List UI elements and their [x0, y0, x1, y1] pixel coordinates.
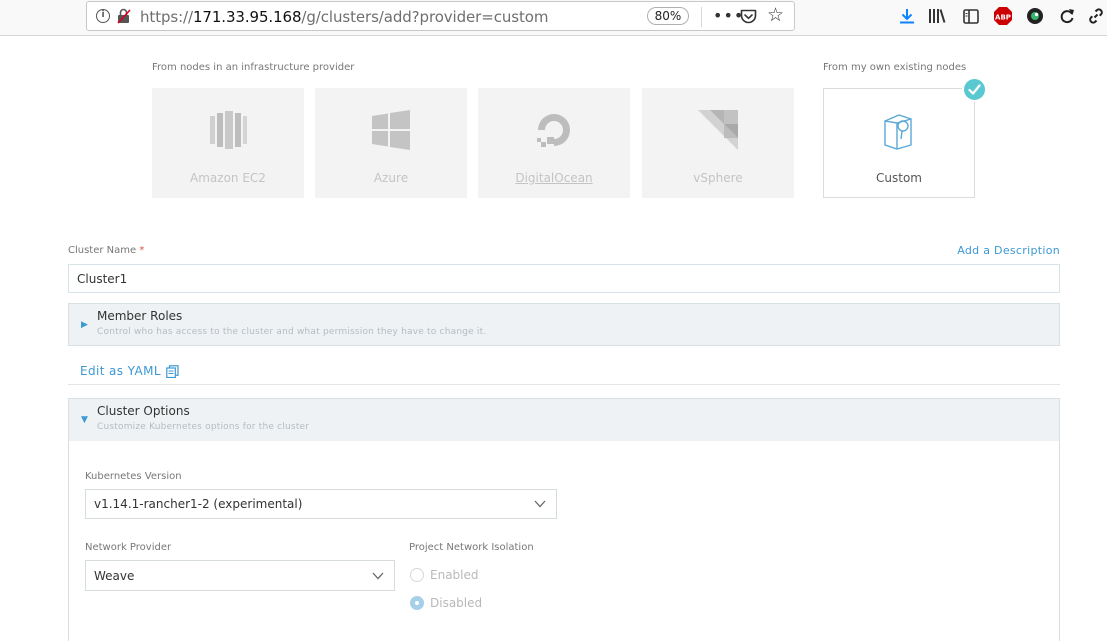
cluster-name-input[interactable]: Cluster1 [68, 264, 1060, 293]
edit-as-yaml-link[interactable]: Edit as YAML [80, 364, 161, 378]
cluster-options-subtitle: Customize Kubernetes options for the clu… [97, 422, 310, 432]
chevron-down-icon [534, 500, 546, 508]
url-host: 171.33.95.168 [192, 8, 302, 26]
radio-enabled-label: Enabled [430, 568, 479, 582]
required-mark: * [139, 245, 145, 256]
copy-icon[interactable] [166, 365, 179, 378]
provider-label: Amazon EC2 [190, 171, 266, 185]
network-provider-select[interactable]: Weave [85, 560, 395, 591]
selected-check-icon [962, 77, 987, 102]
provider-label: DigitalOcean [478, 171, 630, 185]
vsphere-icon [698, 110, 738, 150]
provider-tile-vsphere[interactable]: vSphere [642, 88, 794, 198]
member-roles-accordion[interactable]: ▶ Member Roles Control who has access to… [68, 303, 1060, 346]
member-roles-title: Member Roles [97, 309, 183, 323]
reload-icon[interactable] [1056, 5, 1078, 27]
link-icon[interactable] [1085, 5, 1107, 27]
provider-label: Azure [373, 171, 409, 185]
infra-provider-label: From nodes in an infrastructure provider [152, 62, 355, 73]
browser-toolbar: i https://171.33.95.168/g/clusters/add?p… [0, 0, 1107, 36]
kubernetes-version-label: Kubernetes Version [85, 471, 182, 482]
chevron-down-icon [372, 572, 384, 580]
provider-label: Custom [876, 171, 922, 185]
pocket-icon[interactable] [740, 9, 757, 24]
radio-disabled-label: Disabled [430, 596, 483, 610]
url-text[interactable]: https://171.33.95.168/g/clusters/add?pro… [140, 8, 548, 26]
amazon-ec2-icon [210, 111, 247, 149]
url-path: /g/clusters/add?provider=custom [301, 8, 549, 26]
expand-arrow-icon[interactable]: ▶ [81, 320, 88, 330]
radio-enabled[interactable] [410, 568, 424, 582]
isolation-disabled-option[interactable]: Disabled [410, 595, 482, 611]
divider [68, 384, 1060, 385]
add-description-link[interactable]: Add a Description [957, 244, 1060, 257]
network-provider-label: Network Provider [85, 542, 172, 553]
adblock-icon[interactable]: ABP [992, 5, 1014, 27]
cluster-options-panel [68, 441, 1060, 641]
address-bar[interactable]: i https://171.33.95.168/g/clusters/add?p… [86, 1, 795, 31]
sidebar-icon[interactable] [960, 5, 982, 27]
url-prefix: https:// [140, 8, 193, 26]
library-icon[interactable] [926, 5, 948, 27]
url-separator [701, 7, 702, 27]
digitalocean-icon [537, 114, 570, 147]
download-icon[interactable] [896, 5, 918, 27]
isolation-enabled-option[interactable]: Enabled [410, 567, 479, 583]
cluster-options-accordion[interactable]: ▼ Cluster Options Customize Kubernetes o… [68, 398, 1060, 442]
info-icon[interactable]: i [96, 9, 110, 23]
cluster-name-label: Cluster Name * [68, 245, 144, 256]
provider-label: vSphere [693, 171, 743, 185]
bookmark-star-icon[interactable]: ☆ [767, 5, 784, 25]
radio-disabled[interactable] [410, 596, 424, 610]
collapse-arrow-icon[interactable]: ▼ [81, 415, 88, 425]
cluster-name-label-text: Cluster Name [68, 245, 137, 256]
provider-tile-amazon-ec2[interactable]: Amazon EC2 [152, 88, 304, 198]
project-network-isolation-label: Project Network Isolation [409, 542, 534, 553]
existing-nodes-label: From my own existing nodes [823, 62, 967, 73]
provider-tile-digitalocean[interactable]: DigitalOcean [478, 88, 630, 198]
cluster-options-title: Cluster Options [97, 404, 190, 418]
custom-nodes-icon [884, 114, 912, 150]
kubernetes-version-value: v1.14.1-rancher1-2 (experimental) [94, 497, 303, 511]
zoom-level-button[interactable]: 80% [647, 7, 689, 25]
provider-tile-custom[interactable]: Custom [823, 88, 975, 198]
kubernetes-version-select[interactable]: v1.14.1-rancher1-2 (experimental) [85, 489, 557, 519]
provider-tile-azure[interactable]: Azure [315, 88, 467, 198]
azure-icon [372, 110, 410, 150]
svg-text:ABP: ABP [995, 14, 1011, 22]
digitalocean-link: DigitalOcean [515, 171, 593, 185]
network-provider-value: Weave [94, 568, 135, 583]
member-roles-subtitle: Control who has access to the cluster an… [97, 327, 487, 337]
extension-icon[interactable] [1024, 5, 1046, 27]
insecure-lock-icon[interactable] [117, 8, 131, 24]
